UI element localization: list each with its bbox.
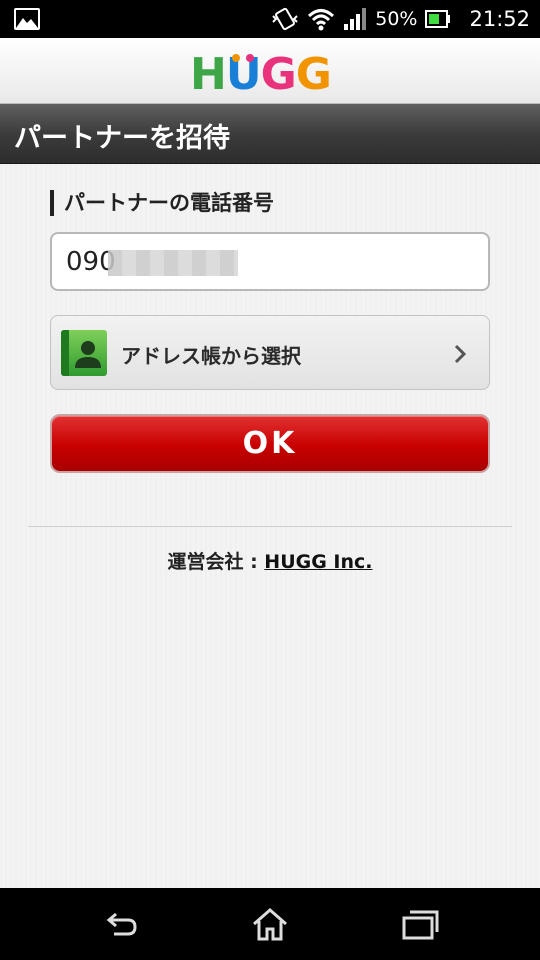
- title-bar: パートナーを招待: [0, 104, 540, 164]
- operator-label: 運営会社 :: [167, 551, 265, 573]
- recent-apps-icon[interactable]: [400, 906, 440, 942]
- navigation-bar: [0, 888, 540, 960]
- page-title: パートナーを招待: [14, 123, 230, 154]
- signal-icon: [344, 8, 367, 30]
- main-content: パートナーの電話番号 アドレス帳から選択 OK: [0, 164, 540, 888]
- contact-icon: [61, 330, 107, 376]
- divider: [28, 526, 512, 527]
- battery-icon: [425, 10, 451, 28]
- status-bar: 50% 21:52: [0, 0, 540, 38]
- ok-button[interactable]: OK: [50, 414, 490, 473]
- home-icon[interactable]: [250, 906, 290, 942]
- status-time: 21:52: [469, 7, 530, 31]
- back-icon[interactable]: [100, 906, 140, 942]
- wifi-icon: [308, 9, 335, 31]
- address-book-label: アドレス帳から選択: [121, 344, 301, 368]
- redacted-digits: [108, 250, 238, 276]
- hugg-logo: H U G G: [190, 49, 332, 100]
- phone-field-label: パートナーの電話番号: [50, 190, 274, 216]
- vibrate-icon: [272, 7, 298, 31]
- operator-info: 運営会社 : HUGG Inc.: [0, 547, 540, 574]
- app-header: H U G G: [0, 38, 540, 104]
- gallery-icon: [14, 8, 40, 30]
- company-link[interactable]: HUGG Inc.: [264, 551, 372, 573]
- battery-percent: 50%: [375, 8, 418, 30]
- chevron-right-icon: [454, 344, 467, 364]
- address-book-button[interactable]: アドレス帳から選択: [50, 315, 490, 390]
